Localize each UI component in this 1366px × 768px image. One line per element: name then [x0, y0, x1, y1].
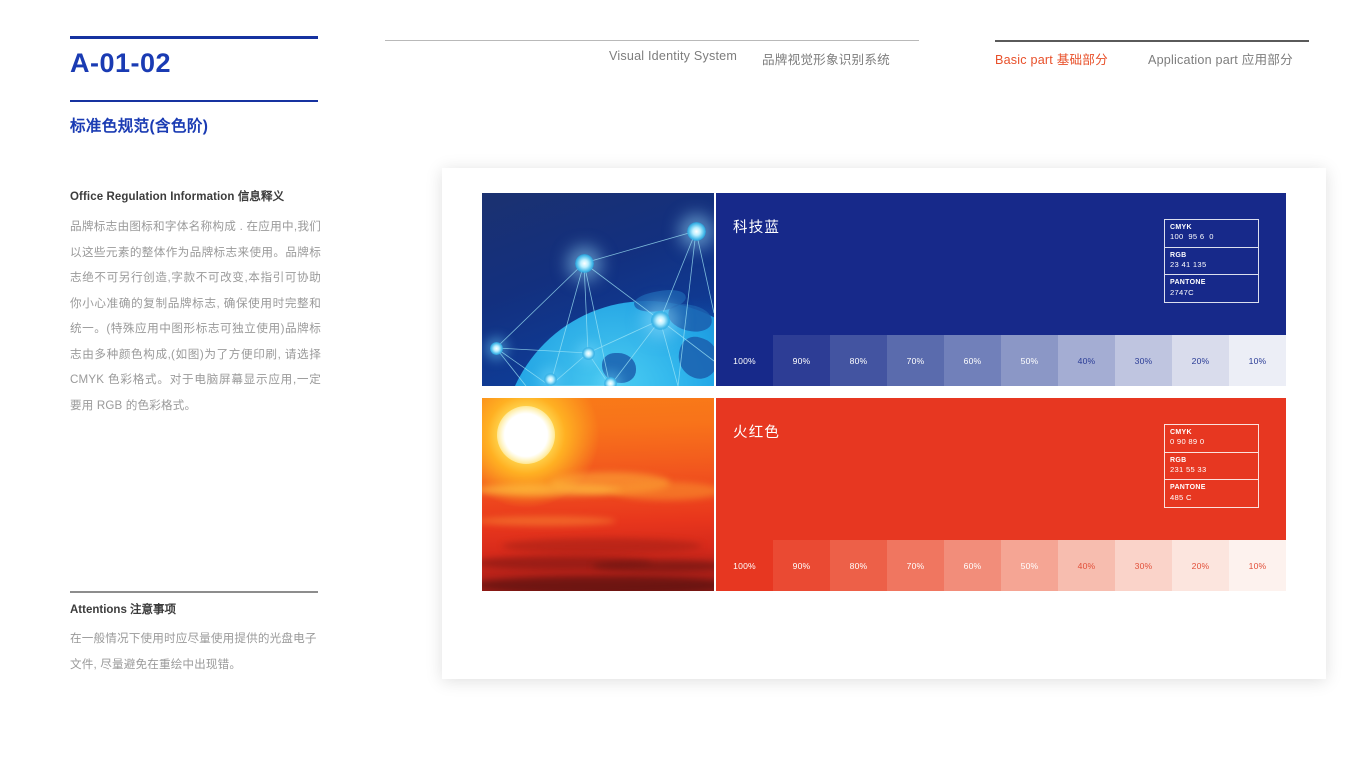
cloud-band [482, 576, 714, 591]
spec-value-cmyk: 100 95 6 0 [1170, 232, 1214, 242]
panel-fire-red: 火红色 CMYK 0 90 89 0 RGB 231 55 33 PANTONE [716, 398, 1286, 591]
spec-value-rgb: 23 41 135 [1170, 260, 1207, 270]
cloud-band [550, 472, 670, 494]
nav-tab-basic-part[interactable]: Basic part 基础部分 [995, 49, 1108, 68]
nav-tab-application-part[interactable]: Application part 应用部分 [1148, 49, 1293, 68]
spec-box-tech-blue: CMYK 100 95 6 0 RGB 23 41 135 PANTONE 27… [1164, 219, 1259, 304]
panel-main-fire-red: 火红色 CMYK 0 90 89 0 RGB 231 55 33 PANTONE [716, 398, 1286, 540]
swatch-row-fire-red: 火红色 CMYK 0 90 89 0 RGB 231 55 33 PANTONE [482, 398, 1286, 591]
spec-box-fire-red: CMYK 0 90 89 0 RGB 231 55 33 PANTONE 485… [1164, 424, 1259, 509]
tint-swatch[interactable]: 60% [944, 335, 1001, 386]
network-node [574, 253, 594, 273]
tint-swatch[interactable]: 80% [830, 540, 887, 591]
tint-swatch[interactable]: 50% [1001, 335, 1058, 386]
info-heading: Office Regulation Information 信息释义 [70, 191, 285, 203]
network-node [650, 310, 670, 330]
cloud-band [502, 538, 702, 554]
attentions-body: 在一般情况下使用时应尽量使用提供的光盘电子文件, 尽量避免在重绘中出现错。 [70, 632, 317, 671]
tint-swatch[interactable]: 20% [1172, 540, 1229, 591]
tint-swatch[interactable]: 100% [716, 335, 773, 386]
swatch-row-tech-blue: 科技蓝 CMYK 100 95 6 0 RGB 23 41 135 PANTON… [482, 193, 1286, 386]
tint-scale-tech-blue: 100% 90% 80% 70% 60% 50% 40% 30% 20% 10% [716, 335, 1286, 386]
panel-main-tech-blue: 科技蓝 CMYK 100 95 6 0 RGB 23 41 135 PANTON… [716, 193, 1286, 335]
page-code: A-01-02 [70, 48, 172, 78]
sun-disc [497, 405, 556, 464]
attentions-divider [70, 591, 318, 593]
color-spec-card: 科技蓝 CMYK 100 95 6 0 RGB 23 41 135 PANTON… [442, 168, 1326, 679]
network-node [543, 372, 557, 386]
attentions-heading: Attentions 注意事项 [70, 604, 177, 616]
cloud-band [592, 560, 714, 572]
tint-swatch[interactable]: 80% [830, 335, 887, 386]
tint-swatch[interactable]: 70% [887, 540, 944, 591]
left-column: A-01-02 标准色规范(含色阶) Office Regulation Inf… [70, 0, 321, 768]
nav-divider-right [995, 40, 1309, 42]
tint-swatch[interactable]: 30% [1115, 540, 1172, 591]
tint-swatch[interactable]: 10% [1229, 335, 1286, 386]
spec-label-rgb: RGB [1170, 456, 1187, 464]
network-node [581, 346, 595, 360]
tint-swatch[interactable]: 40% [1058, 540, 1115, 591]
color-name-fire-red: 火红色 [733, 425, 781, 441]
panel-tech-blue: 科技蓝 CMYK 100 95 6 0 RGB 23 41 135 PANTON… [716, 193, 1286, 386]
cloud-band [482, 516, 616, 526]
network-node [603, 376, 617, 386]
tint-swatch[interactable]: 40% [1058, 335, 1115, 386]
tint-swatch[interactable]: 70% [887, 335, 944, 386]
spec-cell-pantone: PANTONE 2747C [1165, 275, 1258, 302]
spec-value-pantone: 2747C [1170, 287, 1194, 297]
spec-label-cmyk: CMYK [1170, 429, 1192, 436]
title-rule-top [70, 36, 318, 39]
landmass-shape [672, 332, 714, 384]
tint-swatch[interactable]: 10% [1229, 540, 1286, 591]
nav-label-system-cn: 品牌视觉形象识别系统 [762, 53, 890, 67]
cloud-band [612, 482, 714, 500]
network-globe-photo [482, 193, 714, 386]
spec-value-pantone: 485 C [1170, 492, 1192, 502]
spec-label-pantone: PANTONE [1170, 279, 1206, 287]
cloud-band [482, 484, 622, 496]
network-node [686, 221, 706, 241]
spec-cell-rgb: RGB 23 41 135 [1165, 248, 1258, 276]
spec-value-cmyk: 0 90 89 0 [1170, 437, 1205, 447]
vi-guideline-page: A-01-02 标准色规范(含色阶) Office Regulation Inf… [0, 0, 1366, 768]
tint-swatch[interactable]: 30% [1115, 335, 1172, 386]
title-rule-bottom [70, 100, 318, 102]
tint-swatch[interactable]: 100% [716, 540, 773, 591]
sunset-photo [482, 398, 714, 591]
tint-scale-fire-red: 100% 90% 80% 70% 60% 50% 40% 30% 20% 10% [716, 540, 1286, 591]
tint-swatch[interactable]: 90% [773, 540, 830, 591]
globe-shape [502, 301, 714, 386]
page-title: 标准色规范(含色阶) [70, 118, 209, 135]
spec-cell-cmyk: CMYK 0 90 89 0 [1165, 425, 1258, 453]
cloud-band [482, 556, 652, 570]
spec-value-rgb: 231 55 33 [1170, 465, 1207, 475]
spec-label-cmyk: CMYK [1170, 224, 1192, 231]
network-lines [495, 230, 714, 386]
tint-swatch[interactable]: 60% [944, 540, 1001, 591]
network-node [489, 341, 503, 355]
landmass-shape [666, 302, 714, 334]
tint-swatch[interactable]: 90% [773, 335, 830, 386]
color-name-tech-blue: 科技蓝 [733, 220, 781, 236]
tint-swatch[interactable]: 50% [1001, 540, 1058, 591]
spec-cell-rgb: RGB 231 55 33 [1165, 453, 1258, 481]
info-body: 品牌标志由图标和字体名称构成 . 在应用中,我们以这些元素的整体作为品牌标志来使… [70, 220, 321, 412]
nav-divider-left [385, 40, 919, 41]
spec-cell-pantone: PANTONE 485 C [1165, 480, 1258, 507]
nav-label-system-en: Visual Identity System [609, 49, 738, 63]
spec-cell-cmyk: CMYK 100 95 6 0 [1165, 220, 1258, 248]
tint-swatch[interactable]: 20% [1172, 335, 1229, 386]
spec-label-pantone: PANTONE [1170, 484, 1206, 492]
spec-label-rgb: RGB [1170, 251, 1187, 259]
